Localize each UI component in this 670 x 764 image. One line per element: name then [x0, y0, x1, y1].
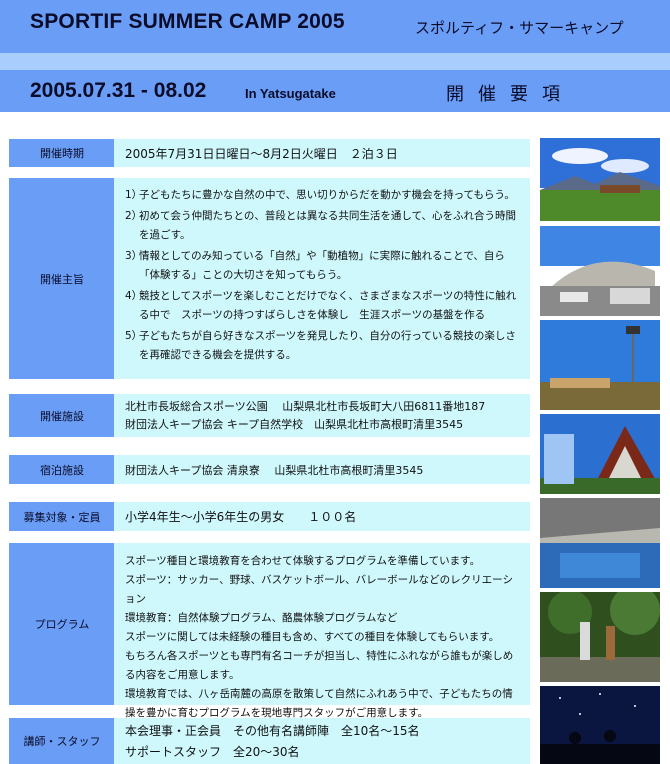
box-facility: 北杜市長坂総合スポーツ公園 山梨県北杜市長坂町大八田6811番地187 財団法人… [114, 394, 530, 437]
label-program: プログラム [9, 543, 115, 705]
staff-line: サポートスタッフ 全20～30名 [125, 745, 300, 759]
box-purpose: 1） 子どもたちに豊かな自然の中で、思い切りからだを動かす機会を持ってもらう。 2… [114, 178, 530, 379]
purpose-item: 4） 競技としてスポーツを楽しむことだけでなく、さまざまなスポーツの特性に触れる中… [125, 287, 520, 325]
photo-nature-walk [540, 592, 660, 682]
header-stripe [0, 53, 670, 70]
label-period: 開催時期 [9, 139, 115, 167]
program-line: スポーツに関しては未経験の種目も含め、すべての種目を体験してもらいます。 [125, 631, 500, 643]
purpose-item-number: 3） [125, 250, 143, 262]
purpose-item-number: 1） [125, 189, 143, 201]
program-line: スポーツ種目と環境教育を合わせて体験するプログラムを準備しています。 [125, 555, 481, 567]
lodging-text: 財団法人キープ協会 清泉寮 山梨県北杜市高根町清里3545 [125, 463, 424, 477]
photo-mountain-field [540, 138, 660, 221]
label-lodging: 宿泊施設 [9, 455, 115, 484]
label-staff: 講師・スタッフ [9, 718, 115, 764]
box-program: スポーツ種目と環境教育を合わせて体験するプログラムを準備しています。 スポーツ：… [114, 543, 530, 719]
purpose-item-number: 2） [125, 210, 143, 222]
purpose-item-text: 情報としてのみ知っている「自然」や「動植物」に実際に触れることで、自ら「体験する… [139, 250, 505, 281]
label-target: 募集対象・定員 [9, 502, 115, 531]
camp-dates: 2005.07.31 - 08.02 [30, 79, 207, 102]
staff-line: 本会理事・正会員 その他有名講師陣 全10名～15名 [125, 724, 420, 738]
purpose-item-number: 4） [125, 290, 143, 302]
photo-gym-court [540, 498, 660, 588]
target-text: 小学4年生～小学6年生の男女 １００名 [125, 510, 357, 524]
purpose-item-text: 競技としてスポーツを楽しむことだけでなく、さまざまなスポーツの特性に触れる中で … [139, 290, 517, 321]
program-line: 環境教育：自然体験プログラム、酪農体験プログラムなど [125, 612, 398, 624]
photo-night-sky [540, 686, 660, 764]
purpose-item-text: 子どもたちに豊かな自然の中で、思い切りからだを動かす機会を持ってもらう。 [139, 189, 515, 201]
camp-title-jp: スポルティフ・サマーキャンプ [415, 19, 624, 37]
purpose-item: 1） 子どもたちに豊かな自然の中で、思い切りからだを動かす機会を持ってもらう。 [125, 186, 520, 205]
period-text: 2005年7月31日日曜日～8月2日火曜日 ２泊３日 [125, 146, 398, 161]
program-line: もちろん各スポーツとも専門有名コーチが担当し、特性にふれながら誰もが楽しめる内容… [125, 650, 514, 681]
purpose-item: 2） 初めて会う仲間たちとの、普段とは異なる共同生活を通して、心をふれ合う時間を過… [125, 207, 520, 245]
facility-line: 財団法人キープ協会 キープ自然学校 山梨県北杜市高根町清里3545 [125, 418, 464, 431]
purpose-item-text: 初めて会う仲間たちとの、普段とは異なる共同生活を通して、心をふれ合う時間を過ごす… [139, 210, 517, 241]
box-staff: 本会理事・正会員 その他有名講師陣 全10名～15名 サポートスタッフ 全20～… [114, 718, 530, 764]
label-facility: 開催施設 [9, 394, 115, 437]
purpose-item: 5） 子どもたちが自ら好きなスポーツを発見したり、自分の行っている競技の楽しさを再… [125, 327, 520, 365]
camp-title: SPORTIF SUMMER CAMP 2005 [30, 10, 345, 33]
box-period: 2005年7月31日日曜日～8月2日火曜日 ２泊３日 [114, 139, 530, 167]
photo-gym-parking [540, 226, 660, 316]
purpose-item-number: 5） [125, 330, 143, 342]
label-purpose: 開催主旨 [9, 178, 115, 379]
photo-stadium [540, 320, 660, 410]
box-target: 小学4年生～小学6年生の男女 １００名 [114, 502, 530, 531]
photo-lodge [540, 414, 660, 494]
box-lodging: 財団法人キープ協会 清泉寮 山梨県北杜市高根町清里3545 [114, 455, 530, 484]
camp-place: In Yatsugatake [245, 86, 336, 101]
purpose-item: 3） 情報としてのみ知っている「自然」や「動植物」に実際に触れることで、自ら「体験… [125, 247, 520, 285]
section-title: 開催要項 [446, 84, 574, 105]
purpose-item-text: 子どもたちが自ら好きなスポーツを発見したり、自分の行っている競技の楽しさを再確認… [139, 330, 516, 361]
program-line: スポーツ：サッカー、野球、バスケットボール、バレーボールなどのレクリエーション [125, 574, 513, 605]
